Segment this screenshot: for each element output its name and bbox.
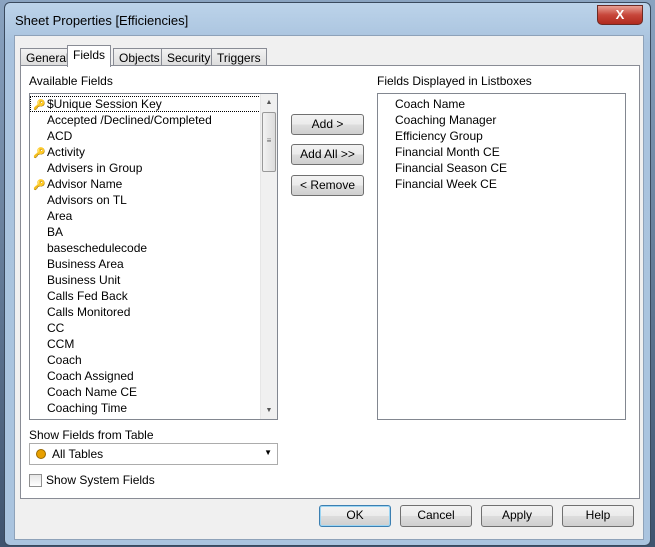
dialog-window: Sheet Properties [Efficiencies] X Genera… <box>4 2 651 546</box>
field-label: Advisor Name <box>47 177 123 191</box>
show-system-fields-label[interactable]: Show System Fields <box>46 473 155 487</box>
tab-objects[interactable]: Objects <box>113 48 166 66</box>
available-field-item[interactable]: Coach <box>30 352 261 368</box>
available-fields-list[interactable]: 🔑 $Unique Session Key Accepted /Declined/C… <box>29 93 278 420</box>
table-select-value: All Tables <box>52 447 104 461</box>
field-label: Business Unit <box>47 273 121 287</box>
available-field-item[interactable]: Calls Monitored <box>30 304 261 320</box>
cancel-button[interactable]: Cancel <box>400 505 472 527</box>
field-label: Coach <box>47 353 82 367</box>
available-field-item[interactable]: BA <box>30 224 261 240</box>
field-label: Advisors on TL <box>47 193 127 207</box>
field-label: CC <box>47 321 65 335</box>
field-label: baseschedulecode <box>47 241 148 255</box>
show-system-fields-checkbox[interactable] <box>29 474 42 487</box>
displayed-field-item[interactable]: Financial Week CE <box>378 176 625 192</box>
help-button[interactable]: Help <box>562 505 634 527</box>
available-field-item[interactable]: baseschedulecode <box>30 240 261 256</box>
apply-button[interactable]: Apply <box>481 505 553 527</box>
add-button[interactable]: Add > <box>291 114 364 135</box>
add-all-button[interactable]: Add All >> <box>291 144 364 165</box>
field-label: CCM <box>47 337 75 351</box>
available-field-item[interactable]: 🔑 Activity <box>30 144 261 160</box>
fields-panel: Available Fields 🔑 $Unique Session Key Acc… <box>20 65 640 499</box>
available-field-item[interactable]: CC <box>30 320 261 336</box>
available-field-item[interactable]: Coach Name CE <box>30 384 261 400</box>
field-label: Coaching Time <box>47 401 128 415</box>
chevron-down-icon: ▼ <box>264 448 272 457</box>
displayed-fields-label: Fields Displayed in Listboxes <box>377 74 532 88</box>
field-label: Activity <box>47 145 86 159</box>
displayed-field-item[interactable]: Coaching Manager <box>378 112 625 128</box>
ok-button[interactable]: OK <box>319 505 391 527</box>
available-field-item[interactable]: Advisors on TL <box>30 192 261 208</box>
field-label: Area <box>47 209 73 223</box>
available-field-item[interactable]: Accepted /Declined/Completed <box>30 112 261 128</box>
displayed-field-item[interactable]: Efficiency Group <box>378 128 625 144</box>
available-field-item[interactable]: Advisers in Group <box>30 160 261 176</box>
available-field-item[interactable]: ACD <box>30 128 261 144</box>
available-field-item[interactable]: Coach Assigned <box>30 368 261 384</box>
available-field-item[interactable]: CCM <box>30 336 261 352</box>
field-label: Calls Monitored <box>47 305 131 319</box>
table-icon <box>36 449 46 459</box>
field-label: Coach Name CE <box>47 385 138 399</box>
scroll-thumb[interactable]: ≡ <box>262 112 276 172</box>
available-field-item[interactable]: Business Area <box>30 256 261 272</box>
table-select[interactable]: All Tables ▼ <box>29 443 278 465</box>
field-label: Advisers in Group <box>47 161 143 175</box>
available-field-item[interactable]: Business Unit <box>30 272 261 288</box>
displayed-field-item[interactable]: Coach Name <box>378 96 625 112</box>
field-label: ACD <box>47 129 73 143</box>
table-select-label: Show Fields from Table <box>29 428 154 442</box>
available-field-item[interactable]: 🔑 Advisor Name <box>30 176 261 192</box>
displayed-fields-list[interactable]: Coach Name Coaching Manager Efficiency Gro… <box>377 93 626 420</box>
scrollbar[interactable]: ▲ ≡ ▼ <box>260 94 277 419</box>
scroll-up-icon[interactable]: ▲ <box>261 94 277 111</box>
tab-triggers[interactable]: Triggers <box>211 48 267 66</box>
available-field-item[interactable]: Coaching Time <box>30 400 261 416</box>
displayed-field-item[interactable]: Financial Season CE <box>378 160 625 176</box>
field-label: Business Area <box>47 257 124 271</box>
dialog-title: Sheet Properties [Efficiencies] <box>15 13 189 28</box>
scroll-down-icon[interactable]: ▼ <box>261 402 277 419</box>
tab-fields[interactable]: Fields <box>67 45 112 67</box>
available-fields-label: Available Fields <box>29 74 113 88</box>
dialog-client: General Fields Objects Security Triggers… <box>14 35 644 540</box>
available-field-item[interactable]: Calls Fed Back <box>30 288 261 304</box>
close-button[interactable]: X <box>597 5 643 25</box>
field-label: Calls Fed Back <box>47 289 128 303</box>
field-label: Accepted /Declined/Completed <box>47 113 212 127</box>
available-field-item[interactable]: Area <box>30 208 261 224</box>
field-label: BA <box>47 225 64 239</box>
field-label: $Unique Session Key <box>47 97 162 111</box>
field-label: Coach Assigned <box>47 369 134 383</box>
remove-button[interactable]: < Remove <box>291 175 364 196</box>
tab-security[interactable]: Security <box>161 48 217 66</box>
displayed-field-item[interactable]: Financial Month CE <box>378 144 625 160</box>
available-field-item[interactable]: 🔑 $Unique Session Key <box>30 96 261 112</box>
